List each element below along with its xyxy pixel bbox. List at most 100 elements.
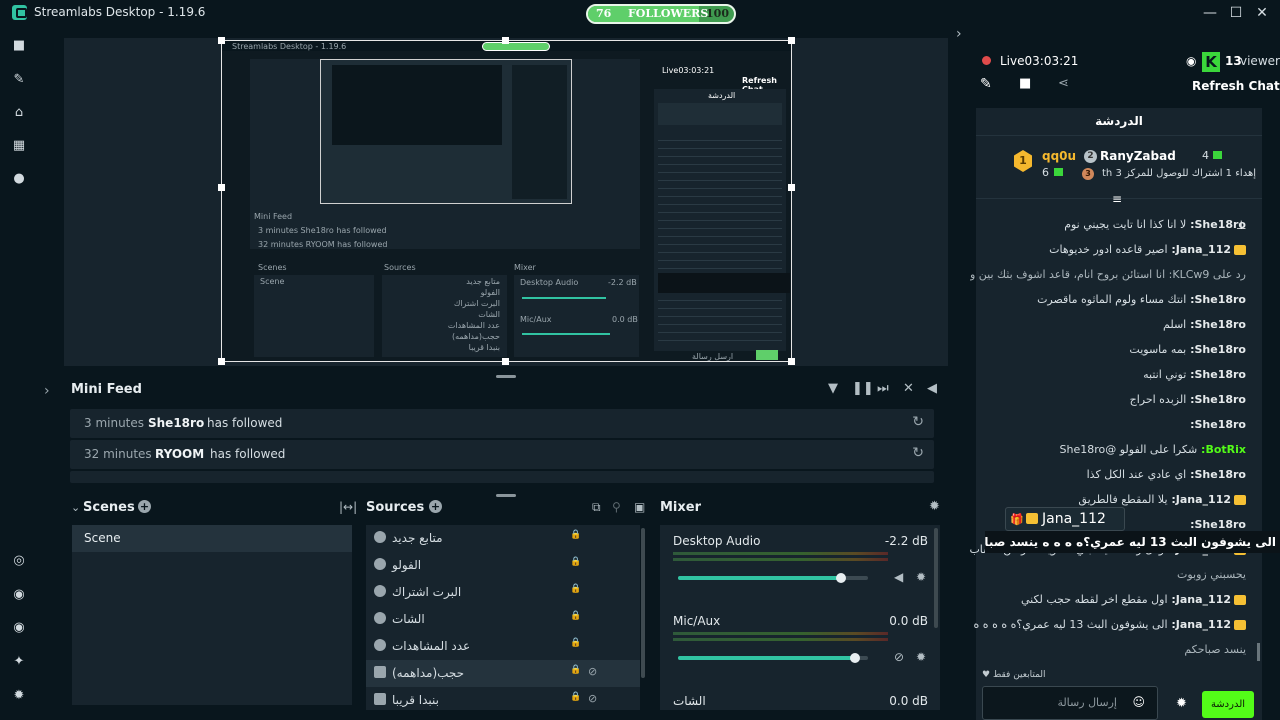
capture-minifeed: Mini Feed — [254, 212, 293, 221]
capture-source-item: الشات — [478, 310, 500, 319]
lock-icon[interactable]: 🔒 — [570, 584, 581, 594]
lock-icon[interactable]: 🔒 — [570, 692, 581, 702]
dashboard-icon[interactable]: ▦ — [11, 138, 27, 154]
channel-settings-icon[interactable]: ✹ — [916, 650, 926, 664]
copy-source-icon[interactable]: ⧉ — [592, 500, 601, 515]
pause-icon[interactable]: ❚❚ — [852, 381, 874, 396]
store-icon[interactable]: ⌂ — [11, 105, 27, 121]
kick-coin-icon — [1213, 151, 1222, 159]
resize-handle-br[interactable] — [788, 358, 795, 365]
source-item[interactable]: عدد المشاهدات 🔒 — [366, 633, 640, 660]
themes-icon[interactable]: ✎ — [11, 72, 27, 88]
minimize-button[interactable]: — — [1198, 2, 1222, 24]
chat-username[interactable]: She18ro: — [1186, 343, 1246, 356]
lock-source-icon[interactable]: ⚲ — [612, 500, 621, 514]
share-icon[interactable]: ⋖ — [1058, 76, 1069, 91]
mixer-channel-name: الشات — [673, 694, 706, 708]
mute-icon[interactable]: ⊘ — [894, 650, 904, 664]
resize-handle-left[interactable] — [218, 184, 225, 191]
source-item[interactable]: البرت اشتراك 🔒 — [366, 579, 640, 606]
followers-goal-bar: 76 FOLLOWERS 100 — [586, 4, 736, 24]
mute-alerts-icon[interactable]: ✕ — [903, 381, 914, 396]
editor-icon[interactable]: ■ — [11, 38, 27, 54]
lock-icon[interactable]: 🔒 — [570, 665, 581, 675]
expand-leaderboard-icon[interactable]: ≡ — [1112, 192, 1122, 206]
close-button[interactable]: ✕ — [1250, 2, 1274, 24]
chat-username[interactable]: Jana_112: — [1168, 243, 1231, 256]
capture-live: Live03:03:21 — [662, 66, 715, 75]
camera-icon[interactable]: ■ — [1019, 76, 1031, 91]
skip-icon[interactable]: ⏭ — [877, 381, 889, 396]
chat-message-text: اسلم — [1163, 318, 1187, 331]
resize-handle-right[interactable] — [788, 184, 795, 191]
chat-username[interactable]: She18ro: — [1186, 368, 1246, 381]
replay-icon[interactable]: ↻ — [912, 414, 924, 430]
visibility-icon[interactable]: ⊘ — [588, 692, 597, 705]
chat-username[interactable]: She18ro: — [1190, 418, 1246, 431]
chat-username[interactable]: She18ro: — [1186, 293, 1246, 306]
magic-icon[interactable]: ✦ — [11, 654, 27, 670]
replay-icon[interactable]: ↻ — [912, 445, 924, 461]
scene-transitions-icon[interactable]: |↔| — [339, 500, 357, 514]
source-item[interactable]: حجب(مداهمه) 🔒 ⊘ — [366, 660, 640, 687]
collapse-sidebar-icon[interactable]: › — [956, 26, 962, 42]
chat-username[interactable]: She18ro: — [1186, 218, 1246, 231]
scene-item[interactable]: Scene — [72, 525, 352, 552]
chat-settings-icon[interactable]: ✹ — [1176, 696, 1187, 711]
chat-message-text: اصير قاعده ادور خديوهات — [1049, 243, 1168, 256]
add-folder-icon[interactable]: ▣ — [634, 500, 645, 514]
lock-icon[interactable]: 🔒 — [570, 638, 581, 648]
alert-icon[interactable]: ◉ — [11, 587, 27, 603]
resize-handle-tr[interactable] — [788, 37, 795, 44]
chat-message-text: لا انا كذا انا تايت يجيني نوم — [1064, 218, 1187, 231]
expand-chevron-icon[interactable]: › — [44, 383, 50, 399]
lock-icon[interactable]: 🔒 — [570, 611, 581, 621]
source-item[interactable]: بنبدا قريبا 🔒 ⊘ — [366, 687, 640, 714]
chat-username[interactable]: She18ro: — [1186, 468, 1246, 481]
lock-icon[interactable]: 🔒 — [570, 530, 581, 540]
chat-username[interactable]: BotRix: — [1197, 443, 1246, 456]
edit-icon[interactable]: ✎ — [980, 76, 992, 92]
chat-username[interactable]: Jana_112: — [1168, 618, 1231, 631]
settings-icon[interactable]: ✹ — [11, 688, 27, 704]
channel-settings-icon[interactable]: ✹ — [916, 570, 926, 584]
chat-message-text: توني انتبه — [1143, 368, 1187, 381]
resize-handle-bottom[interactable] — [502, 358, 509, 365]
chat-scrollbar[interactable] — [1257, 643, 1260, 661]
chat-username[interactable]: Jana_112: — [1168, 593, 1231, 606]
browser-source-icon — [374, 558, 386, 570]
help-icon[interactable]: ◉ — [11, 620, 27, 636]
source-item[interactable]: متابع جديد 🔒 — [366, 525, 640, 552]
emoji-icon[interactable]: ☺ — [1132, 695, 1145, 709]
capture-scene-item: Scene — [260, 277, 285, 286]
resize-handle-bl[interactable] — [218, 358, 225, 365]
add-scene-icon[interactable]: + — [138, 500, 151, 513]
display-capture-source[interactable]: Streamlabs Desktop - 1.19.6 Mini Feed 3 … — [221, 40, 792, 362]
add-source-icon[interactable]: + — [429, 500, 442, 513]
maximize-button[interactable]: ☐ — [1224, 2, 1248, 24]
source-item[interactable]: الشات 🔒 — [366, 606, 640, 633]
mixer-settings-icon[interactable]: ✹ — [929, 499, 940, 514]
volume-slider-knob[interactable] — [849, 653, 860, 663]
chat-message-text: اول مقطع اخر لقطه حجب لكني — [1020, 593, 1168, 606]
volume-icon[interactable]: ◀ — [927, 381, 937, 396]
speaker-icon[interactable]: ◀ — [894, 570, 903, 584]
visibility-icon[interactable]: ⊘ — [588, 665, 597, 678]
source-item[interactable]: الفولو 🔒 — [366, 552, 640, 579]
volume-slider-knob[interactable] — [836, 573, 847, 583]
apps-icon[interactable]: ◎ — [11, 553, 27, 569]
resize-handle-top[interactable] — [502, 37, 509, 44]
collapse-chevron-icon[interactable]: ⌄ — [71, 501, 80, 514]
sources-scrollbar[interactable] — [641, 528, 645, 678]
chat-input[interactable]: إرسال رسالة ☺ — [982, 686, 1158, 720]
filter-icon[interactable]: ▼ — [828, 381, 838, 396]
resize-handle-tl[interactable] — [218, 37, 225, 44]
chat-username[interactable]: She18ro: — [1186, 318, 1246, 331]
chat-send-button[interactable]: الدردشة — [1202, 691, 1254, 718]
refresh-chat-button[interactable]: Refresh Chat — [1192, 79, 1280, 93]
lock-icon[interactable]: 🔒 — [570, 557, 581, 567]
panel-resize-grip[interactable] — [496, 494, 516, 497]
recordings-icon[interactable]: ● — [11, 171, 27, 187]
mixer-scrollbar[interactable] — [934, 528, 938, 628]
chat-username[interactable]: She18ro: — [1186, 393, 1246, 406]
